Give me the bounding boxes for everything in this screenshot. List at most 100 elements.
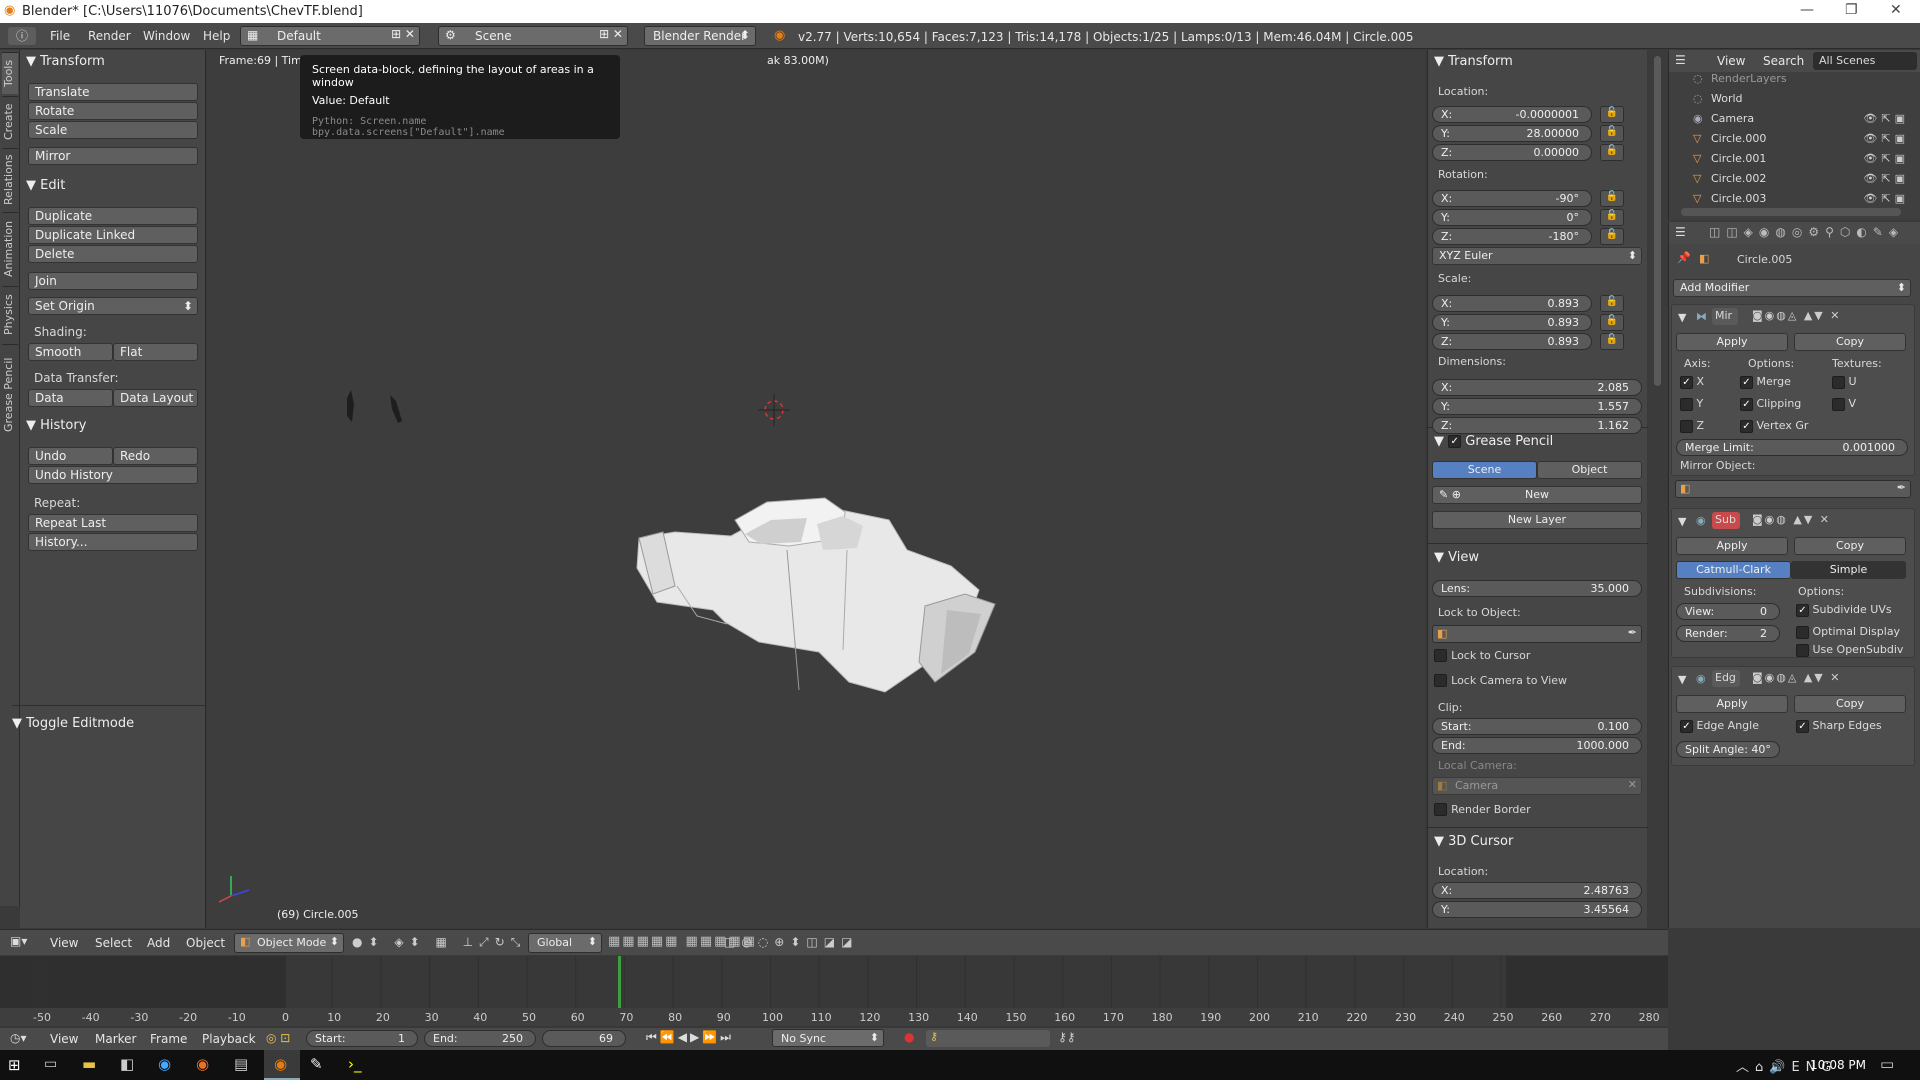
rotation-y-field[interactable]: Y: 0° <box>1432 209 1592 226</box>
gp-scene-button[interactable]: Scene <box>1432 461 1537 479</box>
cursor-y-field[interactable]: Y: 3.45564 <box>1432 901 1642 918</box>
outliner-hscrollbar[interactable] <box>1681 208 1901 216</box>
scale-y-field[interactable]: Y: 0.893 <box>1432 314 1592 331</box>
history-button[interactable]: History... <box>28 533 198 551</box>
mirror-apply-button[interactable]: Apply <box>1676 333 1788 351</box>
set-origin-select[interactable]: Set Origin ⬍ <box>28 297 198 315</box>
current-frame-marker[interactable] <box>618 956 621 1008</box>
visibility-icons[interactable]: 👁⇱▣ <box>1863 132 1909 145</box>
task-view-icon[interactable]: ▭ <box>44 1056 57 1072</box>
render-engine-select[interactable]: Blender Render ⬍ <box>644 26 756 46</box>
record-icon[interactable]: ● <box>904 1030 914 1044</box>
lock-icon[interactable]: 🔓 <box>1600 209 1624 226</box>
store-icon[interactable]: ◧ <box>120 1055 134 1073</box>
duplicate-linked-button[interactable]: Duplicate Linked <box>28 226 198 244</box>
restore-icon[interactable]: ❐ <box>1845 2 1858 18</box>
undo-history-button[interactable]: Undo History <box>28 466 198 484</box>
undo-button[interactable]: Undo <box>28 447 113 465</box>
lock-icon[interactable]: 🔓 <box>1600 190 1624 207</box>
add-screen-icon[interactable]: ⊞ ✕ <box>391 27 415 41</box>
subsurf-render-field[interactable]: Render: 2 <box>1676 625 1780 642</box>
lock-to-cursor-checkbox[interactable] <box>1434 649 1447 662</box>
vertex-group-checkbox[interactable]: ✓ <box>1740 419 1753 433</box>
subsurf-apply-button[interactable]: Apply <box>1676 537 1788 555</box>
vertex-group-row[interactable]: ✓ Vertex Gr <box>1740 419 1808 433</box>
menu-file[interactable]: File <box>50 29 70 43</box>
firefox-icon[interactable]: ◉ <box>196 1055 209 1073</box>
flat-button[interactable]: Flat <box>113 343 198 361</box>
blender-taskbar-button[interactable]: ◉ <box>264 1050 300 1080</box>
lock-camera-row[interactable]: Lock Camera to View <box>1434 673 1567 688</box>
playback-controls[interactable]: ⏮⏪◀▶⏩⏭ <box>646 1030 734 1045</box>
clip-end-field[interactable]: End: 1000.000 <box>1432 737 1642 754</box>
timeline-playback-menu[interactable]: Playback <box>202 1032 256 1046</box>
tab-physics[interactable]: Physics <box>2 286 18 342</box>
clipping-checkbox[interactable]: ✓ <box>1740 397 1753 411</box>
notifications-icon[interactable]: ▭ <box>1880 1055 1894 1073</box>
texture-u-checkbox[interactable] <box>1832 375 1845 389</box>
app-icon[interactable]: ▤ <box>234 1055 248 1073</box>
render-border-row[interactable]: Render Border <box>1434 802 1531 817</box>
rotation-z-field[interactable]: Z: -180° <box>1432 228 1592 245</box>
mirror-button[interactable]: Mirror <box>28 147 198 165</box>
viewport-select-menu[interactable]: Select <box>95 936 132 950</box>
outliner-item[interactable]: ▽ Circle.002 👁⇱▣ <box>1693 170 1915 188</box>
scale-x-field[interactable]: X: 0.893 <box>1432 295 1592 312</box>
mirror-modifier-name[interactable]: Mir <box>1712 308 1738 325</box>
lock-icon[interactable]: 🔓 <box>1600 125 1624 142</box>
axis-z-row[interactable]: Z <box>1680 419 1704 433</box>
merge-row[interactable]: ✓ Merge <box>1740 375 1791 389</box>
viewport-add-menu[interactable]: Add <box>147 936 170 950</box>
notepad-icon[interactable]: ✎ <box>310 1055 323 1073</box>
lock-icon[interactable]: 🔓 <box>1600 333 1624 350</box>
terminal-icon[interactable]: ›_ <box>348 1055 362 1073</box>
axis-x-checkbox[interactable]: ✓ <box>1680 375 1693 389</box>
delete-button[interactable]: Delete <box>28 245 198 263</box>
edge-angle-checkbox[interactable]: ✓ <box>1680 719 1693 733</box>
axis-z-checkbox[interactable] <box>1680 419 1693 433</box>
outliner-search-menu[interactable]: Search <box>1763 54 1804 68</box>
transform-panel-header[interactable]: ▼ Transform <box>26 54 105 69</box>
duplicate-button[interactable]: Duplicate <box>28 207 198 225</box>
start-frame-field[interactable]: Start: 1 <box>306 1030 418 1047</box>
editor-type-timeline-icon[interactable]: ◷▾ <box>10 1031 27 1045</box>
scrollbar-thumb[interactable] <box>1654 56 1661 386</box>
timeline-frame-menu[interactable]: Frame <box>150 1032 187 1046</box>
visibility-icons[interactable]: 👁⇱▣ <box>1863 172 1909 185</box>
subsurf-modifier-name[interactable]: Sub <box>1712 512 1740 529</box>
texture-v-checkbox[interactable] <box>1832 397 1845 411</box>
preview-range-icon[interactable]: ◎ ⊡ <box>266 1031 290 1045</box>
location-x-field[interactable]: X: -0.0000001 <box>1432 106 1592 123</box>
sharp-edges-checkbox[interactable]: ✓ <box>1796 719 1809 733</box>
collapse-icon[interactable]: ▼ <box>1678 515 1686 528</box>
lens-field[interactable]: Lens: 35.000 <box>1432 580 1642 597</box>
translate-button[interactable]: Translate <box>28 83 198 101</box>
outliner-filter-select[interactable]: All Scenes <box>1813 52 1917 70</box>
repeat-last-button[interactable]: Repeat Last <box>28 514 198 532</box>
pin-icon[interactable]: 📌 <box>1677 251 1691 264</box>
clear-icon[interactable]: ✕ <box>1628 778 1637 791</box>
clipping-row[interactable]: ✓ Clipping <box>1740 397 1801 411</box>
transform-panel-header[interactable]: ▼ Transform <box>1434 54 1513 69</box>
tab-tools[interactable]: Tools <box>2 52 18 94</box>
properties-scrollbar[interactable] <box>1649 50 1667 928</box>
smooth-button[interactable]: Smooth <box>28 343 113 361</box>
3d-cursor-panel-header[interactable]: ▼ 3D Cursor <box>1434 834 1513 849</box>
grease-pencil-panel-header[interactable]: ▼ ✓ Grease Pencil <box>1434 434 1553 449</box>
timeline-marker-menu[interactable]: Marker <box>95 1032 136 1046</box>
merge-limit-field[interactable]: Merge Limit: 0.001000 <box>1676 439 1908 456</box>
view-panel-header[interactable]: ▼ View <box>1434 550 1479 565</box>
subsurf-copy-button[interactable]: Copy <box>1794 537 1906 555</box>
dimensions-x-field[interactable]: X: 2.085 <box>1432 379 1642 396</box>
3d-viewport[interactable]: Frame:69 | Time ak 83.00M) (69) Circle.0… <box>207 50 1425 928</box>
subdivide-uvs-checkbox[interactable]: ✓ <box>1796 603 1809 617</box>
texture-u-row[interactable]: U <box>1832 375 1857 389</box>
edge-apply-button[interactable]: Apply <box>1676 695 1788 713</box>
toggle-editmode-panel[interactable]: ▼ Toggle Editmode <box>12 716 134 731</box>
lock-icon[interactable]: 🔓 <box>1600 144 1624 161</box>
viewport-object-menu[interactable]: Object <box>186 936 225 950</box>
properties-editor-icon[interactable]: ☰ <box>1675 225 1686 239</box>
modifier-visibility-icons[interactable]: ◙◉◍ ▲▼ ✕ <box>1752 513 1831 526</box>
outliner-view-menu[interactable]: View <box>1717 54 1745 68</box>
add-modifier-select[interactable]: Add Modifier ⬍ <box>1673 279 1911 297</box>
